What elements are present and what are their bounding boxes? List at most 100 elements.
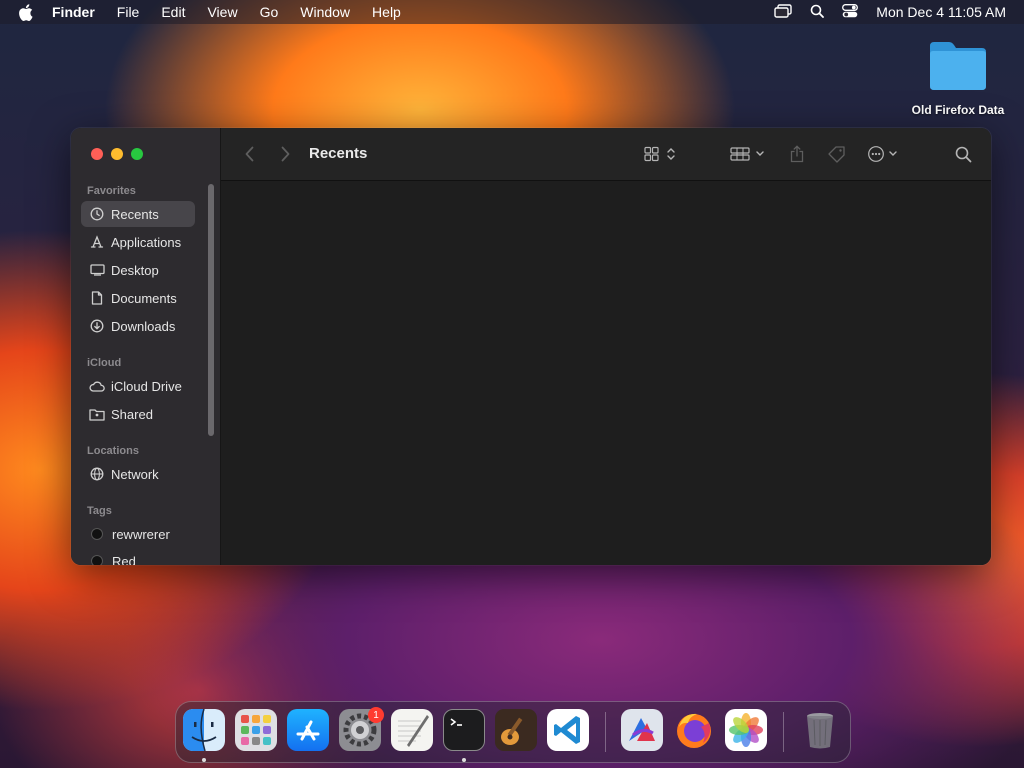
close-button[interactable] xyxy=(91,148,103,160)
sidebar-section-favorites: Favorites xyxy=(87,185,136,197)
dock-app-trash[interactable] xyxy=(799,709,841,751)
screen-mirroring-icon[interactable] xyxy=(774,3,792,21)
finder-sidebar: Favorites Recents Applications Desktop D… xyxy=(71,128,221,565)
dock-app-photos[interactable] xyxy=(725,709,767,751)
control-center-icon[interactable] xyxy=(842,3,859,21)
menu-edit[interactable]: Edit xyxy=(161,4,185,20)
sidebar-item-label: Applications xyxy=(111,234,182,250)
share-button[interactable] xyxy=(787,142,807,166)
window-controls xyxy=(91,148,143,160)
dock-app-app-store[interactable] xyxy=(287,709,329,751)
spotlight-search-icon[interactable] xyxy=(810,4,825,21)
sidebar-item-label: iCloud Drive xyxy=(111,378,182,394)
app-store-icon xyxy=(296,720,320,741)
sidebar-item-label: rewwrerer xyxy=(112,526,170,542)
sidebar-item-label: Desktop xyxy=(111,262,159,278)
firefox-icon xyxy=(677,713,711,748)
cloud-icon xyxy=(89,378,105,394)
sidebar-section-tags: Tags xyxy=(87,505,112,517)
running-indicator xyxy=(202,758,206,762)
group-by-button[interactable] xyxy=(729,142,769,166)
globe-icon xyxy=(89,466,105,482)
apple-menu-icon[interactable] xyxy=(18,3,36,21)
sidebar-item-downloads[interactable]: Downloads xyxy=(81,313,195,339)
dock-app-garageband[interactable] xyxy=(495,709,537,751)
finder-content-area[interactable] xyxy=(221,181,991,565)
menu-file[interactable]: File xyxy=(117,4,140,20)
sidebar-item-label: Documents xyxy=(111,290,177,306)
applications-icon xyxy=(89,234,105,250)
sidebar-section-icloud: iCloud xyxy=(87,357,122,369)
chevron-right-icon xyxy=(281,146,289,162)
dock-app-terminal[interactable] xyxy=(443,709,485,751)
tag-icon xyxy=(828,146,845,163)
document-icon xyxy=(89,290,105,306)
menu-bar: Finder File Edit View Go Window Help Mon… xyxy=(0,0,1024,24)
sidebar-item-icloud-drive[interactable]: iCloud Drive xyxy=(81,373,195,399)
dock-app-textedit[interactable] xyxy=(391,709,433,751)
desktop-folder-label: Old Firefox Data xyxy=(911,103,1005,117)
sidebar-item-label: Red xyxy=(112,553,136,566)
finder-icon xyxy=(183,709,225,751)
dock-app-finder[interactable] xyxy=(183,709,225,751)
menu-view[interactable]: View xyxy=(207,4,237,20)
menu-go[interactable]: Go xyxy=(260,4,279,20)
sidebar-item-desktop[interactable]: Desktop xyxy=(81,257,195,283)
action-menu-button[interactable] xyxy=(867,142,903,166)
dock-app-vscode[interactable] xyxy=(547,709,589,751)
sidebar-item-label: Downloads xyxy=(111,318,176,334)
menu-help[interactable]: Help xyxy=(372,4,401,20)
affinity-icon xyxy=(629,718,655,741)
shared-folder-icon xyxy=(89,406,105,422)
view-mode-button[interactable] xyxy=(641,142,681,166)
sidebar-item-network[interactable]: Network xyxy=(81,461,195,487)
sidebar-item-label: Shared xyxy=(111,406,153,422)
sidebar-item-label: Recents xyxy=(111,206,159,222)
desktop-icon xyxy=(89,262,105,278)
menu-bar-clock[interactable]: Mon Dec 4 11:05 AM xyxy=(876,4,1006,20)
dock-app-firefox[interactable] xyxy=(673,709,715,751)
back-button[interactable] xyxy=(241,142,257,166)
folder-icon xyxy=(930,42,986,90)
sidebar-scrollbar[interactable] xyxy=(208,184,214,436)
launchpad-icon xyxy=(241,715,271,745)
dock-app-launchpad[interactable] xyxy=(235,709,277,751)
menu-finder[interactable]: Finder xyxy=(52,4,95,20)
chevron-left-icon xyxy=(245,146,253,162)
sidebar-item-applications[interactable]: Applications xyxy=(81,229,195,255)
terminal-icon xyxy=(450,718,462,726)
notification-badge: 1 xyxy=(368,707,384,723)
finder-window: Favorites Recents Applications Desktop D… xyxy=(71,128,991,565)
photos-icon xyxy=(729,713,763,747)
trash-icon xyxy=(807,713,833,749)
vscode-icon xyxy=(554,716,580,744)
dock-app-affinity[interactable] xyxy=(621,709,663,751)
share-icon xyxy=(790,145,804,163)
sidebar-item-label: Network xyxy=(111,466,159,482)
forward-button[interactable] xyxy=(277,142,293,166)
tag-button[interactable] xyxy=(825,142,849,166)
sidebar-tag-red[interactable]: Red xyxy=(81,548,195,565)
desktop-folder-old-firefox-data[interactable]: Old Firefox Data xyxy=(902,38,1014,117)
menu-window[interactable]: Window xyxy=(300,4,350,20)
textedit-icon xyxy=(398,715,429,747)
minimize-button[interactable] xyxy=(111,148,123,160)
running-indicator xyxy=(462,758,466,762)
more-options-icon xyxy=(868,146,897,162)
window-title: Recents xyxy=(309,145,368,162)
sidebar-section-locations: Locations xyxy=(87,445,139,457)
dock-separator xyxy=(605,712,606,752)
download-icon xyxy=(89,318,105,334)
tag-color-dot xyxy=(91,555,103,565)
sidebar-tag-rewwrerer[interactable]: rewwrerer xyxy=(81,521,195,547)
tag-color-dot xyxy=(91,528,103,540)
sidebar-item-shared[interactable]: Shared xyxy=(81,401,195,427)
search-button[interactable] xyxy=(951,142,975,166)
zoom-button[interactable] xyxy=(131,148,143,160)
sidebar-item-recents[interactable]: Recents xyxy=(81,201,195,227)
guitar-icon xyxy=(495,709,537,751)
sidebar-item-documents[interactable]: Documents xyxy=(81,285,195,311)
dock: 1 xyxy=(175,701,851,763)
clock-icon xyxy=(89,206,105,222)
group-icon xyxy=(730,147,764,161)
